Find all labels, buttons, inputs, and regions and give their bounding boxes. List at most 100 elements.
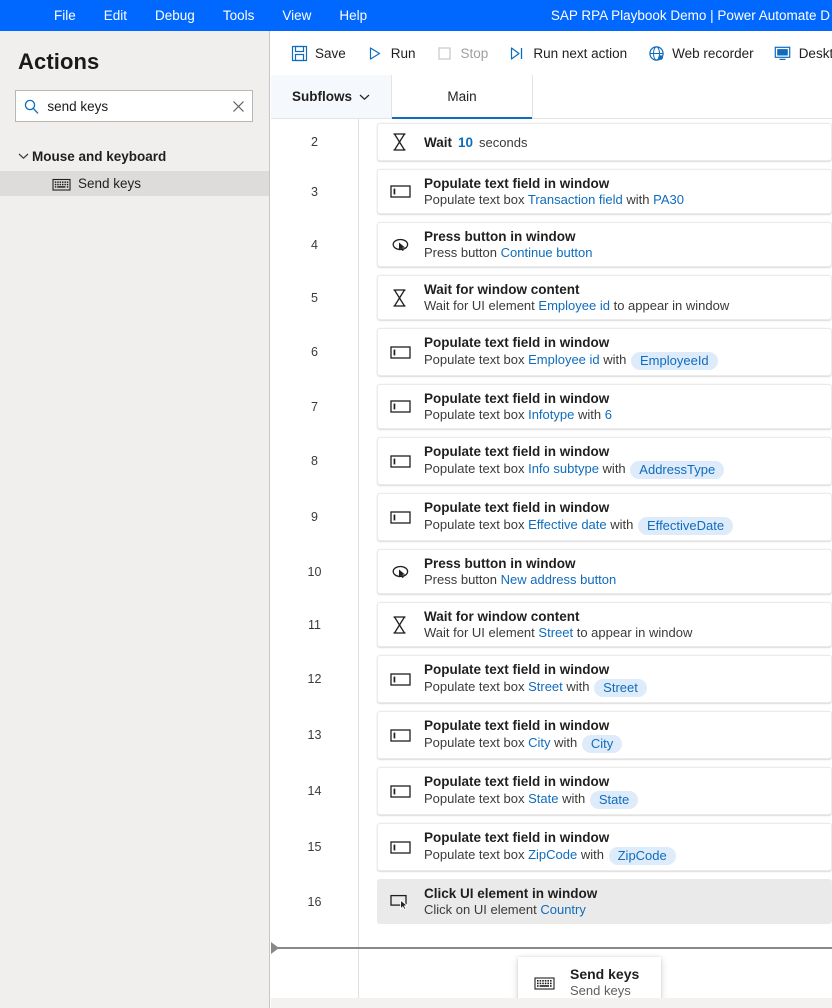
flow-step-card[interactable]: Populate text field in windowPopulate te… <box>377 823 832 871</box>
step-target-link[interactable]: State <box>528 791 558 806</box>
step-target-link[interactable]: Country <box>540 902 586 917</box>
step-desc-middle: with <box>562 791 585 806</box>
step-desc-prefix: Click on UI element <box>424 902 537 917</box>
flow-step[interactable]: 7Populate text field in windowPopulate t… <box>271 380 832 433</box>
flow-step-card[interactable]: Press button in windowPress button Conti… <box>377 222 832 267</box>
flow-step[interactable]: 13Populate text field in windowPopulate … <box>271 707 832 763</box>
step-target-link[interactable]: Employee id <box>538 298 610 313</box>
step-number: 12 <box>271 651 358 707</box>
flow-step-card[interactable]: Populate text field in windowPopulate te… <box>377 169 832 214</box>
save-label: Save <box>315 46 346 61</box>
flow-step-card[interactable]: Wait for window contentWait for UI eleme… <box>377 602 832 647</box>
page-title: Actions <box>0 31 269 75</box>
flow-step[interactable]: 12 Populate text field in windowPopulate … <box>271 651 832 707</box>
step-target-link[interactable]: New address button <box>501 572 617 587</box>
step-desc-middle: with <box>581 847 604 862</box>
play-icon <box>366 46 384 61</box>
flow-step-card[interactable]: Press button in windowPress button New a… <box>377 549 832 594</box>
step-target-link[interactable]: Street <box>538 625 573 640</box>
flow-step-card[interactable]: Populate text field in windowPopulate te… <box>377 711 832 759</box>
flow-step-card[interactable]: Populate text field in windowPopulate te… <box>377 655 832 703</box>
step-variable-pill[interactable]: State <box>590 791 638 809</box>
step-number: 14 <box>271 763 358 819</box>
menu-file[interactable]: File <box>40 4 90 27</box>
drag-ghost-subtitle: Send keys <box>570 983 639 998</box>
flow-step[interactable]: 16Click UI element in windowClick on UI … <box>271 875 832 928</box>
step-desc-prefix: Wait for UI element <box>424 298 535 313</box>
step-variable-pill[interactable]: City <box>582 735 622 753</box>
chevron-down-icon <box>14 152 32 160</box>
step-target-link[interactable]: Employee id <box>528 352 600 367</box>
flow-step[interactable]: 10Press button in windowPress button New… <box>271 545 832 598</box>
menu-view[interactable]: View <box>268 4 325 27</box>
search-input[interactable] <box>47 99 224 114</box>
stop-button[interactable]: Stop <box>426 38 499 68</box>
step-desc-middle: to appear in window <box>577 625 693 640</box>
step-target-link[interactable]: ZipCode <box>528 847 577 862</box>
tab-main[interactable]: Main <box>392 75 533 118</box>
step-target-link[interactable]: Infotype <box>528 407 574 422</box>
menu-help[interactable]: Help <box>325 4 381 27</box>
step-target-link[interactable]: Continue button <box>501 245 593 260</box>
flow-step[interactable]: 4Press button in windowPress button Cont… <box>271 218 832 271</box>
step-variable-pill[interactable]: EmployeeId <box>631 352 718 370</box>
run-button[interactable]: Run <box>356 38 426 68</box>
step-title: Populate text field in window <box>424 830 677 845</box>
step-description: Populate text box Street with Street <box>424 678 648 696</box>
sidebar-item-send-keys[interactable]: Send keys <box>0 171 269 196</box>
step-variable-pill[interactable]: Street <box>594 679 647 697</box>
desktop-recorder-button[interactable]: Desktop recorder <box>764 38 832 68</box>
keyboard-icon <box>534 975 570 990</box>
step-title: Populate text field in window <box>424 500 734 515</box>
flow-step[interactable]: 14 Populate text field in windowPopulate … <box>271 763 832 819</box>
step-target-link[interactable]: Effective date <box>528 517 607 532</box>
run-next-action-button[interactable]: Run next action <box>498 38 637 68</box>
step-title: Populate text field in window <box>424 718 623 733</box>
tab-subflows[interactable]: Subflows <box>271 75 392 118</box>
clear-search-icon[interactable] <box>224 100 252 113</box>
flow-step[interactable]: 2Wait10seconds <box>271 119 832 165</box>
step-title: Populate text field in window <box>424 391 612 406</box>
search-box[interactable] <box>15 90 253 122</box>
flow-step[interactable]: 6Populate text field in windowPopulate t… <box>271 324 832 380</box>
flow-step[interactable]: 15Populate text field in windowPopulate … <box>271 819 832 875</box>
web-recorder-button[interactable]: Web recorder <box>637 38 764 68</box>
flow-tabs: Subflows Main <box>271 75 832 119</box>
menu-edit[interactable]: Edit <box>90 4 141 27</box>
step-target-link[interactable]: Transaction field <box>528 192 623 207</box>
step-description: Populate text box Infotype with 6 <box>424 407 612 422</box>
flow-step-card[interactable]: Click UI element in windowClick on UI el… <box>377 879 832 924</box>
step-title: Press button in window <box>424 556 616 571</box>
hourglass-icon <box>390 288 424 308</box>
flow-step[interactable]: 8Populate text field in windowPopulate t… <box>271 433 832 489</box>
save-button[interactable]: Save <box>280 38 356 68</box>
flow-step-card[interactable]: Wait10seconds <box>377 123 832 161</box>
step-title: Populate text field in window <box>424 444 725 459</box>
flow-step[interactable]: 3Populate text field in windowPopulate t… <box>271 165 832 218</box>
flow-step[interactable]: 5Wait for window contentWait for UI elem… <box>271 271 832 324</box>
step-target-link[interactable]: Info subtype <box>528 461 599 476</box>
title-bar: File Edit Debug Tools View Help SAP RPA … <box>0 0 832 31</box>
step-variable-pill[interactable]: ZipCode <box>609 847 676 865</box>
step-desc-middle: with <box>566 679 589 694</box>
menu-tools[interactable]: Tools <box>209 4 269 27</box>
step-value-link[interactable]: PA30 <box>653 192 684 207</box>
flow-step-card[interactable]: Populate text field in windowPopulate te… <box>377 328 832 376</box>
flow-step[interactable]: 11Wait for window contentWait for UI ele… <box>271 598 832 651</box>
flow-canvas[interactable]: 2Wait10seconds3Populate text field in wi… <box>271 119 832 1008</box>
flow-step-card[interactable]: Populate text field in windowPopulate te… <box>377 767 832 815</box>
flow-step-card[interactable]: Populate text field in windowPopulate te… <box>377 437 832 485</box>
step-variable-pill[interactable]: AddressType <box>630 461 724 479</box>
menu-debug[interactable]: Debug <box>141 4 209 27</box>
flow-step-card[interactable]: Wait for window contentWait for UI eleme… <box>377 275 832 320</box>
flow-step[interactable]: 9Populate text field in windowPopulate t… <box>271 489 832 545</box>
step-variable-pill[interactable]: EffectiveDate <box>638 517 733 535</box>
step-value-link[interactable]: 6 <box>605 407 612 422</box>
flow-step-card[interactable]: Populate text field in windowPopulate te… <box>377 384 832 429</box>
step-description: Populate text box Transaction field with… <box>424 192 684 207</box>
actions-sidebar: Actions Mouse and keyboard <box>0 31 270 1008</box>
step-target-link[interactable]: Street <box>528 679 563 694</box>
flow-step-card[interactable]: Populate text field in windowPopulate te… <box>377 493 832 541</box>
sidebar-group-mouse-and-keyboard[interactable]: Mouse and keyboard <box>0 144 269 168</box>
step-target-link[interactable]: City <box>528 735 550 750</box>
